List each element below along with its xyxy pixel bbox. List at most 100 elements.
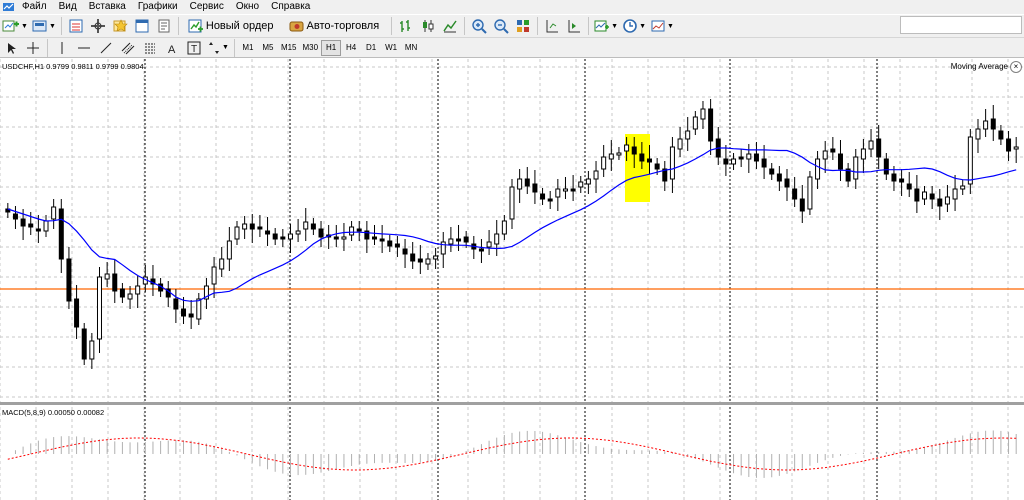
auto-trading-label: Авто-торговля [306,20,380,32]
terminal-icon[interactable] [132,16,152,36]
vertical-line-icon[interactable] [52,38,72,58]
candle-body [318,228,324,238]
candle-body [356,228,362,232]
candle-body [578,181,584,188]
candlestick-icon[interactable] [418,16,438,36]
auto-trading-button[interactable]: Авто-торговля [284,16,388,36]
candle-body [616,152,622,156]
horizontal-line-icon[interactable] [74,38,94,58]
menu-tools[interactable]: Сервис [184,0,230,14]
timeframe-h4[interactable]: H4 [341,40,361,56]
chevron-down-icon[interactable]: ▼ [49,23,56,30]
menu-help[interactable]: Справка [265,0,316,14]
timeframe-h1[interactable]: H1 [321,39,342,56]
chevron-down-icon[interactable]: ▼ [21,23,28,30]
channel-icon[interactable] [118,38,138,58]
new-chart-button[interactable]: ▼ [1,16,29,36]
text-label-icon[interactable]: T [184,38,204,58]
candle-body [555,188,561,198]
new-order-button[interactable]: Новый ордер [183,16,282,36]
candle-body [700,108,706,120]
candle-body [738,156,744,160]
auto-scroll-icon[interactable] [564,16,584,36]
chevron-down-icon[interactable]: ▼ [611,23,618,30]
close-chart-button[interactable]: × [1010,61,1022,73]
timeframe-m1[interactable]: M1 [238,40,258,56]
timeframe-d1[interactable]: D1 [361,40,381,56]
candle-body [944,196,950,205]
candle-body [815,158,821,180]
menu-window[interactable]: Окно [230,0,265,14]
line-chart-icon[interactable] [440,16,460,36]
crosshair-icon[interactable] [23,38,43,58]
candle-body [265,230,271,235]
candle-body [219,258,225,270]
toolbar-separator [177,17,179,35]
app-icon[interactable] [2,1,14,13]
periods-button[interactable]: ▼ [621,16,647,36]
chart-window[interactable]: USDCHF,H1 0.9799 0.9811 0.9799 0.9804 Mo… [0,59,1024,500]
search-input[interactable] [900,16,1022,34]
price-chart[interactable] [0,59,1024,500]
candle-body [74,298,80,328]
candle-body [35,228,41,232]
chevron-down-icon[interactable]: ▼ [222,44,229,51]
strategy-tester-icon[interactable] [154,16,174,36]
toolbar-separator [391,17,393,35]
indicators-button[interactable]: ▼ [593,16,619,36]
menu-insert[interactable]: Вставка [83,0,132,14]
candle-body [81,328,87,360]
candle-body [310,223,316,230]
timeframe-m30[interactable]: M30 [300,40,322,56]
candle-body [66,258,72,302]
candle-body [547,198,553,202]
timeframe-m5[interactable]: M5 [258,40,278,56]
candle-body [647,158,653,163]
candle-body [257,226,263,230]
chart-shift-icon[interactable] [542,16,562,36]
candle-body [379,238,385,242]
templates-button[interactable]: ▼ [649,16,675,36]
timeframe-m15[interactable]: M15 [278,40,300,56]
cursor-icon[interactable] [1,38,21,58]
candle-body [860,148,866,160]
timeframe-mn[interactable]: MN [401,40,421,56]
candle-body [433,255,439,260]
candle-body [410,253,416,262]
candle-body [769,168,775,175]
trendline-icon[interactable] [96,38,116,58]
profiles-button[interactable]: ▼ [31,16,57,36]
bar-chart-icon[interactable] [396,16,416,36]
candle-body [242,223,248,230]
candle-body [173,298,179,310]
text-icon[interactable]: A [162,38,182,58]
toolbar-separator [233,38,235,57]
candle-body [601,156,607,170]
fibonacci-icon[interactable] [140,38,160,58]
candle-body [211,266,217,285]
macd-info: MACD(5,8,9) 0.00050 0.00082 [2,408,105,417]
chevron-down-icon[interactable]: ▼ [667,23,674,30]
zoom-in-icon[interactable] [469,16,489,36]
candle-body [249,223,255,230]
tile-windows-icon[interactable] [513,16,533,36]
candle-body [417,258,423,263]
candle-body [708,108,714,142]
candle-body [929,193,935,200]
navigator-icon[interactable] [110,16,130,36]
arrows-icon[interactable]: ▼ [206,38,230,58]
toolbar-separator [47,38,48,57]
candle-body [990,118,996,130]
candle-body [837,153,843,170]
menu-charts[interactable]: Графики [132,0,184,14]
timeframe-w1[interactable]: W1 [381,40,401,56]
toolbar-separator [537,17,539,35]
zoom-out-icon[interactable] [491,16,511,36]
menu-view[interactable]: Вид [53,0,83,14]
data-window-icon[interactable] [88,16,108,36]
candle-body [112,273,118,292]
chevron-down-icon[interactable]: ▼ [639,23,646,30]
candle-body [654,163,660,170]
menu-file[interactable]: Файл [16,0,53,14]
market-watch-icon[interactable] [66,16,86,36]
